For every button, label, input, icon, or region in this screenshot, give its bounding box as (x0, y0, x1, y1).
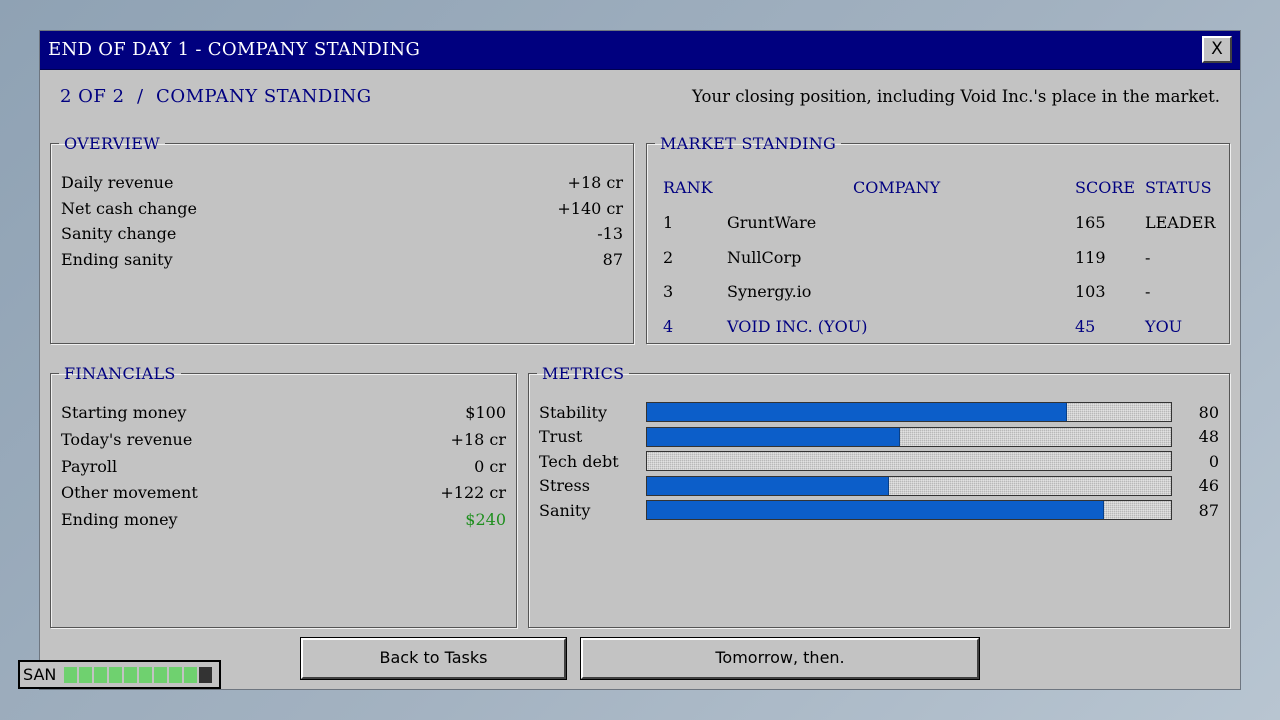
financials-label: Ending money (61, 510, 178, 529)
page-subtitle: Your closing position, including Void In… (692, 87, 1220, 106)
sanity-segment (199, 667, 212, 683)
market-rank: 3 (663, 282, 674, 301)
close-button[interactable]: X (1202, 36, 1232, 63)
metric-bar-track (646, 476, 1172, 496)
sanity-segment (94, 667, 107, 683)
sanity-hud: SAN (18, 660, 221, 689)
metric-bar-fill (647, 403, 1068, 421)
metric-label: Sanity (539, 501, 591, 520)
financials-legend: FINANCIALS (64, 364, 176, 383)
market-header-company: COMPANY (853, 178, 941, 197)
end-of-day-window: END OF DAY 1 - COMPANY STANDING X 2 OF 2… (40, 31, 1240, 689)
market-status: - (1145, 282, 1151, 301)
metrics-panel: METRICS Stability 80 Trust 48 Tech debt … (528, 364, 1230, 628)
overview-panel: OVERVIEW Daily revenue +18 cr Net cash c… (50, 134, 634, 344)
financials-value: +18 cr (450, 430, 506, 449)
metric-bar-fill (647, 477, 890, 495)
market-score: 119 (1075, 248, 1106, 267)
market-header-status: STATUS (1145, 178, 1212, 197)
market-status: - (1145, 248, 1151, 267)
metric-label: Stability (539, 403, 607, 422)
overview-value: +18 cr (567, 173, 623, 192)
sanity-segment (79, 667, 92, 683)
overview-value: +140 cr (557, 199, 623, 218)
metric-value: 48 (1198, 427, 1219, 446)
title-bar[interactable]: END OF DAY 1 - COMPANY STANDING X (40, 31, 1240, 70)
overview-label: Net cash change (61, 199, 197, 218)
metric-value: 87 (1198, 501, 1219, 520)
financials-value: +122 cr (440, 483, 506, 502)
financials-value: $100 (465, 403, 506, 422)
metric-label: Tech debt (539, 452, 619, 471)
metric-value: 46 (1198, 476, 1219, 495)
financials-panel: FINANCIALS Starting money $100 Today's r… (50, 364, 517, 628)
market-status: LEADER (1145, 213, 1216, 232)
back-to-tasks-button[interactable]: Back to Tasks (300, 637, 567, 680)
market-company: GruntWare (727, 213, 817, 232)
market-rank: 2 (663, 248, 674, 267)
market-standing-panel: MARKET STANDING RANK COMPANY SCORE STATU… (646, 134, 1230, 344)
financials-label: Today's revenue (61, 430, 193, 449)
market-company: NullCorp (727, 248, 802, 267)
overview-legend: OVERVIEW (64, 134, 160, 153)
market-score: 103 (1075, 282, 1106, 301)
metrics-legend: METRICS (542, 364, 625, 383)
metric-bar-fill (647, 501, 1104, 519)
market-company-you: VOID INC. (YOU) (727, 317, 868, 336)
metric-value: 0 (1208, 452, 1219, 471)
sanity-segment (139, 667, 152, 683)
financials-value: 0 cr (474, 457, 506, 476)
market-rank-you: 4 (663, 317, 674, 336)
sanity-segment (154, 667, 167, 683)
market-standing-legend: MARKET STANDING (660, 134, 837, 153)
ending-money-value: $240 (465, 510, 506, 529)
market-status-you: YOU (1145, 317, 1183, 336)
overview-value: -13 (597, 224, 623, 243)
metric-bar-track (646, 427, 1172, 447)
metric-bar-track (646, 451, 1172, 471)
metric-label: Stress (539, 476, 590, 495)
market-company: Synergy.io (727, 282, 812, 301)
page-indicator: 2 OF 2 / COMPANY STANDING (60, 86, 372, 107)
metric-value: 80 (1198, 403, 1219, 422)
sanity-segment (124, 667, 137, 683)
overview-label: Ending sanity (61, 250, 173, 269)
metric-bar-track (646, 500, 1172, 520)
financials-label: Other movement (61, 483, 198, 502)
overview-label: Sanity change (61, 224, 177, 243)
market-header-score: SCORE (1075, 178, 1136, 197)
sanity-segment (64, 667, 77, 683)
market-score: 165 (1075, 213, 1106, 232)
overview-value: 87 (602, 250, 623, 269)
overview-label: Daily revenue (61, 173, 174, 192)
sanity-segment (169, 667, 182, 683)
metric-bar-track (646, 402, 1172, 422)
metric-bar-fill (647, 428, 900, 446)
market-header-rank: RANK (663, 178, 713, 197)
sanity-segment (109, 667, 122, 683)
window-title: END OF DAY 1 - COMPANY STANDING (48, 39, 421, 60)
metric-label: Trust (539, 427, 583, 446)
sanity-hud-label: SAN (23, 665, 57, 684)
sanity-segments (64, 667, 212, 683)
tomorrow-button[interactable]: Tomorrow, then. (580, 637, 980, 680)
sanity-segment (184, 667, 197, 683)
market-score-you: 45 (1075, 317, 1096, 336)
market-rank: 1 (663, 213, 674, 232)
financials-label: Payroll (61, 457, 118, 476)
financials-label: Starting money (61, 403, 187, 422)
